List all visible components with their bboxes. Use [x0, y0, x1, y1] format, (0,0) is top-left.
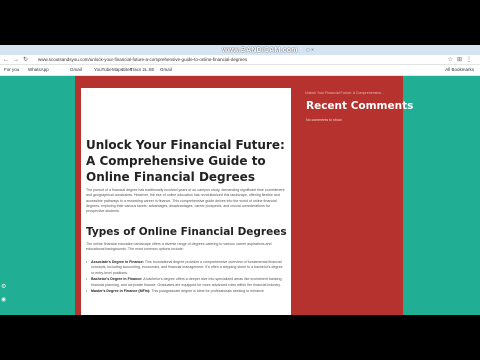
list-term: Bachelor's Degree in Finance: [91, 277, 143, 282]
article-title: Unlock Your Financial Future: A Comprehe… [86, 138, 285, 184]
bookmark-item[interactable]: Tracs 2L SE [130, 67, 154, 72]
active-tab[interactable]: ▢ ✕ [306, 47, 314, 52]
list-term: Associate's Degree in Finance: [91, 260, 144, 264]
reload-icon[interactable]: ↻ [23, 57, 32, 63]
bookmark-item[interactable]: WhatsApp [28, 67, 49, 72]
nav-buttons[interactable]: ←→↻ [3, 56, 32, 63]
section-intro: The online financial education landscape… [86, 242, 272, 252]
list-item: Bachelor's Degree in Finance: A bachelor… [86, 277, 286, 288]
sidebar-text: No comments to show. [306, 118, 343, 122]
menu-icon[interactable]: ⋮ [466, 57, 476, 63]
recorder-watermark: www.BANDICAM.com [222, 47, 298, 54]
sidebar-top-link[interactable]: Unlock Your Financial Future: A Comprehe… [305, 91, 384, 95]
browser-actions[interactable]: ☆⊞⋮ [448, 56, 476, 63]
page-background [0, 76, 81, 315]
forward-icon[interactable]: → [13, 57, 23, 63]
dock-icon[interactable]: ◉ [1, 296, 6, 303]
page-background-right [403, 76, 480, 315]
bookmark-item[interactable]: For you [4, 67, 19, 72]
bookmark-item[interactable]: YouTube [94, 67, 112, 72]
article-intro: The pursuit of a financial degree has tr… [86, 188, 285, 214]
article-header-band [81, 76, 291, 88]
extensions-icon[interactable]: ⊞ [457, 57, 466, 63]
list-item: Master's Degree in Finance (MFin): This … [86, 289, 286, 295]
bookmark-item[interactable]: Gmail [70, 67, 82, 72]
all-bookmarks[interactable]: All Bookmarks [445, 67, 474, 72]
dock-icon[interactable]: ⚙ [1, 283, 6, 290]
back-icon[interactable]: ← [3, 57, 13, 63]
star-icon[interactable]: ☆ [448, 57, 457, 63]
url-field[interactable]: www.scoutsandsyou.com/unlock-your-financ… [38, 57, 247, 62]
sidebar-title: Recent Comments [306, 100, 414, 112]
bookmark-item[interactable]: Gmail [160, 67, 172, 72]
section-heading: Types of Online Financial Degrees [86, 226, 287, 238]
list-text: This postgraduate degree is ideal for pr… [150, 289, 264, 294]
degree-list: Associate's Degree in Finance: This foun… [86, 260, 286, 296]
list-item: Associate's Degree in Finance: This foun… [86, 260, 286, 276]
list-term: Master's Degree in Finance (MFin): [91, 289, 151, 294]
